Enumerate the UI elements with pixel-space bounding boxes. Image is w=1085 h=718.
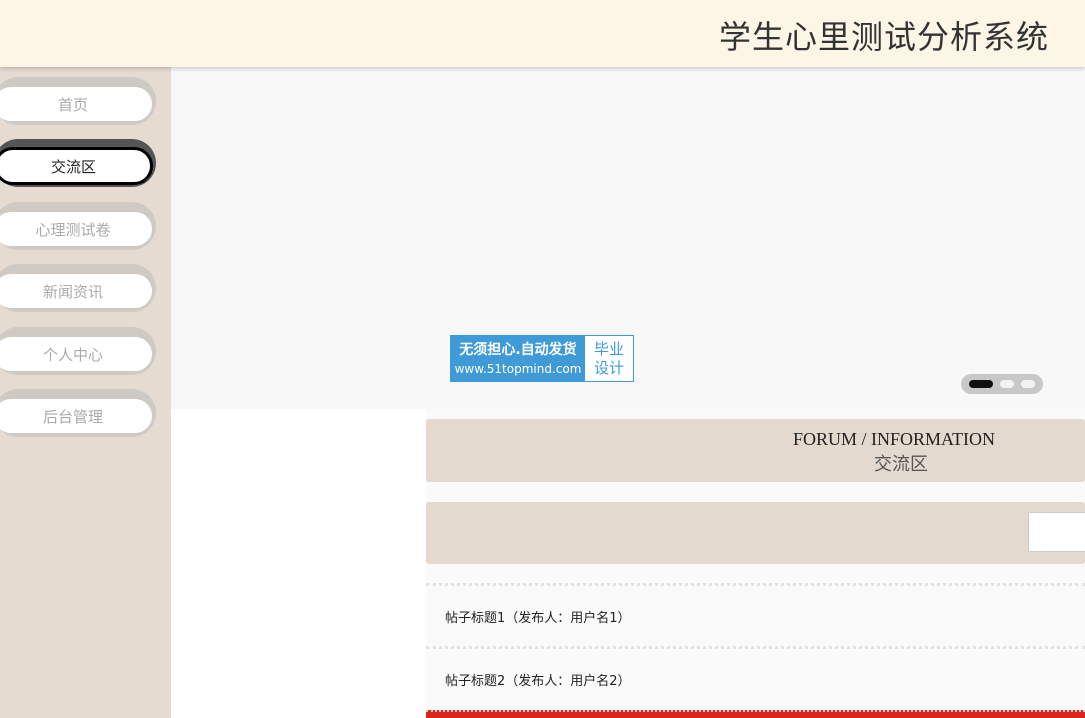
- sidebar-item-personal-center[interactable]: 个人中心: [0, 327, 156, 375]
- divider: [426, 583, 1085, 586]
- watermark-side-line1: 毕业: [593, 339, 624, 358]
- sidebar-item-label: 新闻资讯: [0, 274, 152, 308]
- post-item-2[interactable]: 帖子标题2（发布人：用户名2）: [445, 670, 631, 689]
- divider: [426, 646, 1085, 649]
- sidebar-item-forum[interactable]: 交流区: [0, 139, 156, 187]
- top-header: 学生心里测试分析系统: [0, 0, 1085, 67]
- sidebar-item-label: 个人中心: [0, 337, 152, 371]
- watermark-side: 毕业 设计: [585, 336, 633, 381]
- banner-carousel: 无须担心.自动发货 www.51topmind.com 毕业 设计: [171, 67, 1085, 409]
- sidebar-nav: 首页 交流区 心理测试卷 新闻资讯 个人中心 后台管理: [0, 67, 171, 718]
- search-input[interactable]: [1028, 512, 1085, 552]
- section-title-box: FORUM / INFORMATION 交流区: [426, 419, 1085, 482]
- site-title: 学生心里测试分析系统: [718, 18, 1049, 56]
- sidebar-item-admin[interactable]: 后台管理: [0, 389, 156, 437]
- post-item-1[interactable]: 帖子标题1（发布人：用户名1）: [445, 607, 631, 626]
- highlighted-row-edge: [426, 710, 1085, 718]
- sidebar-item-news[interactable]: 新闻资讯: [0, 264, 156, 312]
- sidebar-item-label: 交流区: [0, 147, 153, 185]
- content-left-blank: [171, 409, 426, 718]
- section-title-en: FORUM / INFORMATION: [793, 429, 996, 449]
- sidebar-item-psych-test[interactable]: 心理测试卷: [0, 202, 156, 250]
- carousel-dot-1[interactable]: [969, 380, 993, 388]
- carousel-indicator: [961, 374, 1043, 394]
- watermark-url: www.51topmind.com: [454, 361, 582, 376]
- sidebar-item-label: 首页: [0, 87, 152, 121]
- section-title-cn: 交流区: [874, 454, 928, 474]
- watermark-side-line2: 设计: [593, 358, 624, 377]
- search-bar: [426, 502, 1085, 564]
- sidebar-item-home[interactable]: 首页: [0, 77, 156, 125]
- carousel-dot-3[interactable]: [1021, 380, 1035, 388]
- sidebar-item-label: 心理测试卷: [0, 212, 152, 246]
- sidebar-item-label: 后台管理: [0, 399, 152, 433]
- watermark-badge: 无须担心.自动发货 www.51topmind.com 毕业 设计: [450, 335, 634, 382]
- watermark-text: 无须担心.自动发货: [459, 341, 577, 358]
- watermark-main: 无须担心.自动发货 www.51topmind.com: [451, 336, 585, 381]
- carousel-dot-2[interactable]: [1000, 380, 1014, 388]
